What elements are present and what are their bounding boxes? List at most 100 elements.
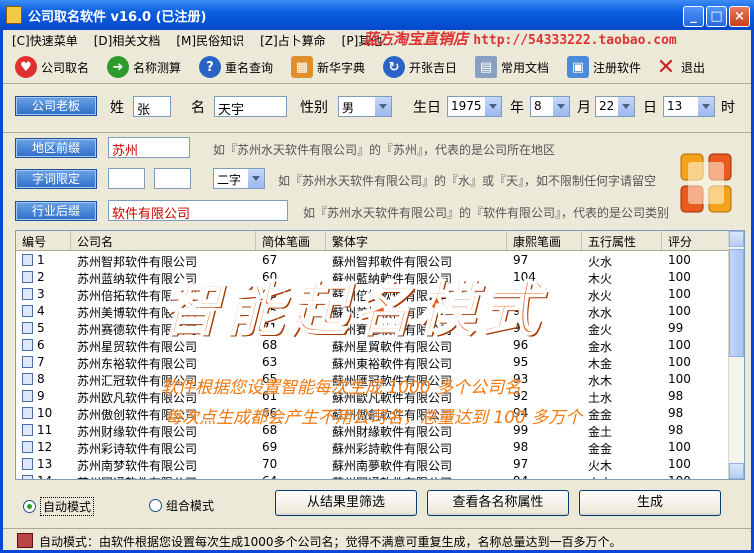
cell-wuxing: 金金 (588, 408, 613, 422)
toolbar-dictionary[interactable]: ▦ 新华字典 (291, 53, 365, 81)
cell-score: 100 (668, 372, 691, 386)
word-limit-input-2[interactable] (154, 168, 191, 189)
cell-traditional: 蘇州同通軟件有限公司 (326, 473, 507, 479)
cell-id: 4 (16, 303, 71, 320)
month-select[interactable]: 8 (530, 96, 570, 117)
col-score[interactable]: 评分 (662, 231, 729, 250)
chevron-down-icon (622, 104, 630, 109)
cell-id: 5 (16, 320, 71, 337)
industry-suffix-button[interactable]: 行业后缀 (15, 201, 97, 221)
birthday-label: 生日 (413, 100, 441, 116)
col-traditional[interactable]: 繁体字 (326, 231, 507, 250)
table-row[interactable]: 7 苏州东裕软件有限公司 63 蘇州東裕軟件有限公司 95 木金 100 (16, 354, 729, 371)
cell-score: 100 (668, 355, 691, 369)
toolbar-exit[interactable]: ✕ 退出 (655, 53, 705, 81)
toolbar-opening-day[interactable]: ↻ 开张吉日 (383, 53, 457, 81)
region-prefix-input[interactable]: 苏州 (108, 137, 190, 158)
register-icon: ▣ (567, 56, 589, 78)
scroll-up-button[interactable] (729, 231, 744, 247)
view-attributes-button[interactable]: 查看各名称属性 (427, 490, 569, 516)
chevron-down-icon (702, 104, 710, 109)
cell-score: 100 (662, 473, 729, 479)
day-label: 日 (643, 100, 657, 116)
cell-id: 1 (16, 252, 71, 269)
maximize-button[interactable]: □ (706, 6, 727, 27)
cell-score: 98 (668, 389, 684, 403)
row-document-icon (22, 424, 33, 436)
cell-simplified-strokes: 69 (262, 440, 278, 454)
region-prefix-button[interactable]: 地区前缀 (15, 138, 97, 158)
cell-traditional: 蘇州南夢軟件有限公司 (332, 459, 453, 473)
cell-traditional: 蘇州彩詩軟件有限公司 (332, 442, 453, 456)
hour-select[interactable]: 13 (663, 96, 715, 117)
scroll-down-button[interactable] (729, 463, 744, 479)
given-name-input[interactable]: 天宇 (214, 96, 287, 117)
row-document-icon (22, 288, 33, 300)
word-count-select[interactable]: 二字 (213, 168, 265, 189)
toolbar-name-test[interactable]: ➜ 名称测算 (107, 53, 181, 81)
row-document-icon (22, 339, 33, 351)
menu-docs[interactable]: [D]相关文档 (85, 30, 168, 49)
chevron-down-icon (557, 104, 565, 109)
word-limit-input-1[interactable] (108, 168, 145, 189)
col-kangxi-strokes[interactable]: 康熙笔画 (507, 231, 582, 250)
toolbar-documents[interactable]: ▤ 常用文档 (475, 53, 549, 81)
close-button[interactable]: × (729, 6, 750, 27)
industry-suffix-hint: 如『苏州水天软件有限公司』的『软件有限公司』，代表的是公司类别 (303, 206, 670, 220)
cell-score: 100 (668, 287, 691, 301)
toolbar: ♥ 公司取名 ➜ 名称测算 ? 重名查询 ▦ 新华字典 ↻ 开张吉日 ▤ 常用文档 ▣ 注册软… (3, 50, 751, 84)
scroll-thumb[interactable] (729, 249, 744, 357)
row-document-icon (22, 322, 33, 334)
cell-traditional: 蘇州東裕軟件有限公司 (332, 357, 453, 371)
minimize-button[interactable]: _ (683, 6, 704, 27)
vertical-scrollbar[interactable] (728, 231, 744, 479)
row-document-icon (22, 441, 33, 453)
row-document-icon (22, 407, 33, 419)
month-label: 月 (577, 100, 591, 116)
filter-results-button[interactable]: 从结果里筛选 (275, 490, 417, 516)
table-row[interactable]: 14苏州同通软件有限公司64蘇州同通軟件有限公司94火火100 (16, 473, 729, 479)
word-limit-button[interactable]: 字词限定 (15, 169, 97, 189)
cell-id: 12 (16, 439, 71, 456)
cell-score: 98 (668, 406, 684, 420)
cell-score: 100 (668, 270, 691, 284)
industry-suffix-input[interactable]: 软件有限公司 (108, 200, 288, 221)
toolbar-duplicate-check[interactable]: ? 重名查询 (199, 53, 273, 81)
col-name[interactable]: 公司名 (71, 231, 256, 250)
menu-quick[interactable]: [C]快速菜单 (3, 30, 85, 49)
toolbar-company-naming[interactable]: ♥ 公司取名 (15, 53, 89, 81)
toolbar-register[interactable]: ▣ 注册软件 (567, 53, 641, 81)
surname-input[interactable]: 张 (133, 96, 171, 117)
owner-button[interactable]: 公司老板 (15, 96, 97, 116)
document-icon: ▤ (475, 56, 497, 78)
menu-fortune[interactable]: [Z]占卜算命 (251, 30, 333, 49)
cell-score: 100 (668, 338, 691, 352)
window-title: 公司取名软件 v16.0 (已注册) (28, 10, 207, 25)
row-document-icon (22, 458, 33, 470)
chevron-down-icon (252, 176, 260, 181)
menu-folk[interactable]: [M]民俗知识 (167, 30, 251, 49)
title-bar[interactable]: 公司取名软件 v16.0 (已注册) _ □ × (0, 0, 754, 30)
col-simplified-strokes[interactable]: 简体笔画 (256, 231, 326, 250)
cell-id: 6 (16, 337, 71, 354)
cell-wuxing: 金金 (588, 442, 613, 456)
day-select[interactable]: 22 (595, 96, 635, 117)
surname-label: 姓 (110, 100, 124, 116)
table-row[interactable]: 13 苏州南梦软件有限公司 70 蘇州南夢軟件有限公司 97 火木 100 (16, 456, 729, 473)
cell-wuxing: 金土 (588, 425, 613, 439)
close-x-icon: ✕ (656, 54, 676, 80)
gender-select[interactable]: 男 (338, 96, 392, 117)
cell-id: 9 (16, 388, 71, 405)
cell-wuxing: 火木 (588, 459, 613, 473)
combo-mode-radio[interactable]: 组合模式 (149, 497, 214, 514)
auto-mode-radio[interactable]: 自动模式 (23, 497, 95, 516)
year-select[interactable]: 1975 (447, 96, 502, 117)
cell-kangxi-strokes: 98 (513, 440, 529, 454)
col-wuxing[interactable]: 五行属性 (582, 231, 662, 250)
cell-wuxing: 金火 (588, 323, 613, 337)
row-document-icon (22, 390, 33, 402)
table-row[interactable]: 12 苏州彩诗软件有限公司 69 蘇州彩詩軟件有限公司 98 金金 100 (16, 439, 729, 456)
col-id[interactable]: 编号 (16, 231, 71, 250)
generate-button[interactable]: 生成 (579, 490, 721, 516)
cell-simplified-strokes: 63 (262, 355, 278, 369)
